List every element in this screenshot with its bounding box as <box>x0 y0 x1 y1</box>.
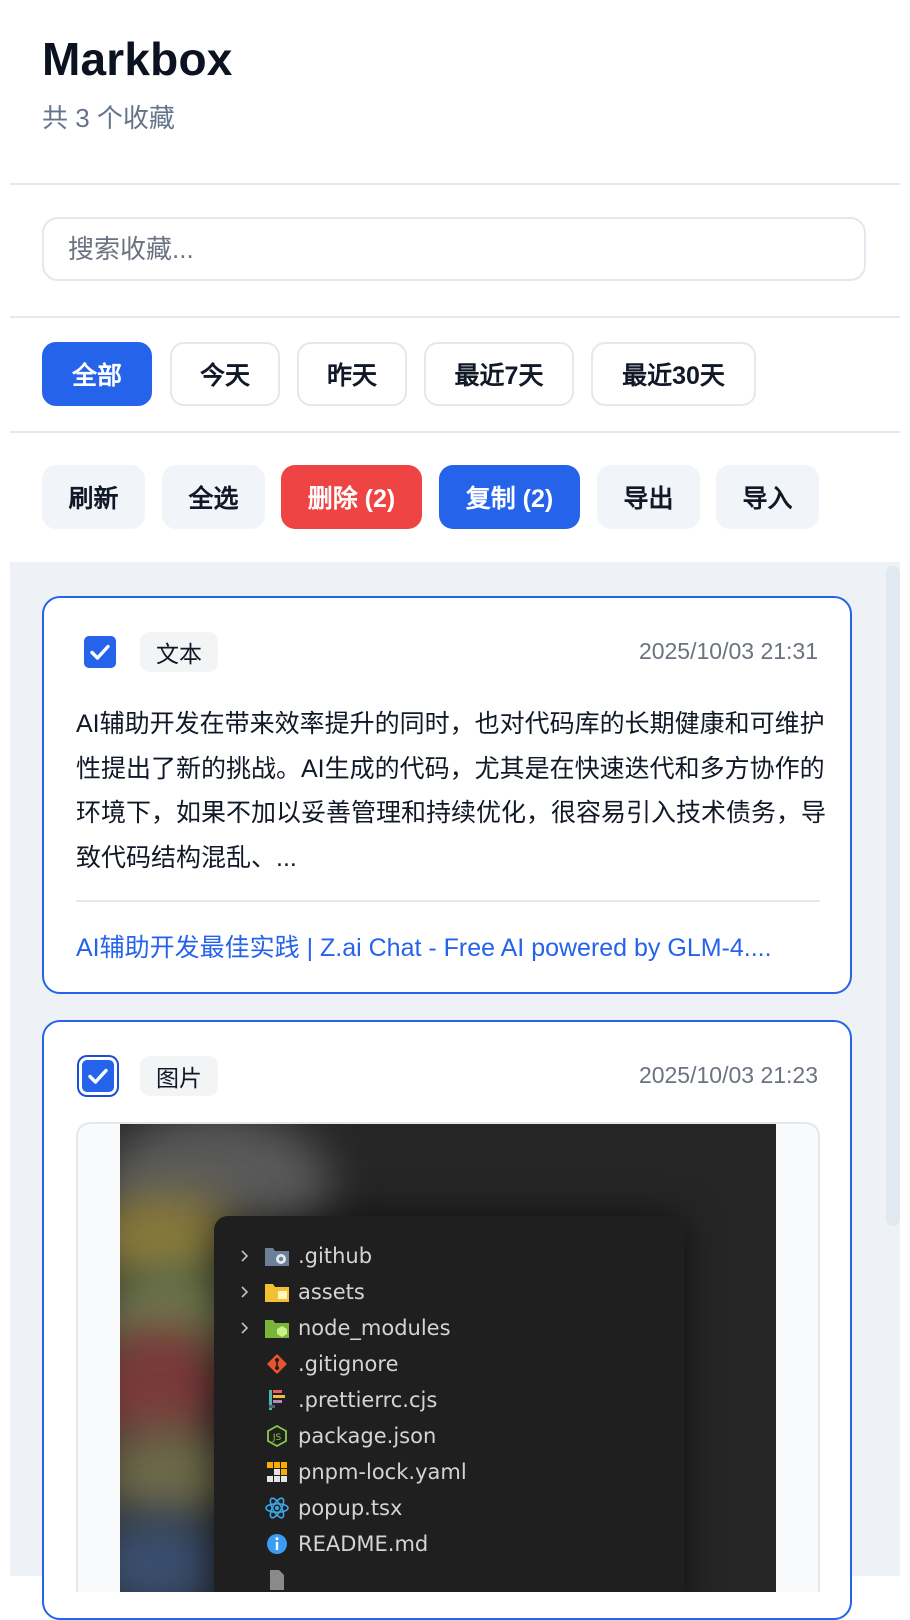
folder-assets-icon <box>264 1279 290 1305</box>
prettier-icon <box>264 1387 290 1413</box>
svg-text:JS: JS <box>272 1433 282 1443</box>
item-source-link[interactable]: AI辅助开发最佳实践 | Z.ai Chat - Free AI powered… <box>76 928 820 964</box>
file-name: popup.tsx <box>298 1496 403 1520</box>
divider <box>10 316 900 318</box>
checkmark-icon <box>90 644 110 660</box>
divider <box>10 431 900 433</box>
react-icon <box>264 1495 290 1521</box>
divider <box>10 183 900 185</box>
git-icon <box>264 1351 290 1377</box>
bookmark-card[interactable]: 文本 2025/10/03 21:31 AI辅助开发在带来效率提升的同时，也对代… <box>42 596 852 994</box>
chevron-right-icon <box>236 1247 254 1265</box>
bookmark-card[interactable]: 图片 2025/10/03 21:23 .github assets node_… <box>42 1020 852 1620</box>
refresh-button[interactable]: 刷新 <box>42 465 145 529</box>
file-name: pnpm-lock.yaml <box>298 1460 467 1484</box>
filter-yesterday-button[interactable]: 昨天 <box>297 342 407 406</box>
export-button[interactable]: 导出 <box>597 465 700 529</box>
scrollbar-thumb[interactable] <box>886 566 900 1226</box>
filter-last7days-button[interactable]: 最近7天 <box>424 342 574 406</box>
nodejs-icon: JS <box>264 1423 290 1449</box>
folder-github-icon <box>264 1243 290 1269</box>
info-icon <box>264 1531 290 1557</box>
bookmark-count: 共 3 个收藏 <box>42 103 175 133</box>
folder-node-icon <box>264 1315 290 1341</box>
pnpm-icon <box>264 1459 290 1485</box>
filter-last30days-button[interactable]: 最近30天 <box>591 342 756 406</box>
file-name: .prettierrc.cjs <box>298 1388 438 1412</box>
image-preview[interactable]: .github assets node_modules .gitignore .… <box>76 1122 820 1592</box>
filter-today-button[interactable]: 今天 <box>170 342 280 406</box>
item-checkbox[interactable] <box>82 1060 114 1092</box>
item-timestamp: 2025/10/03 21:31 <box>638 638 818 664</box>
file-name: .github <box>298 1244 373 1268</box>
file-explorer-panel: .github assets node_modules .gitignore .… <box>214 1216 684 1592</box>
import-button[interactable]: 导入 <box>716 465 819 529</box>
file-name: README.md <box>298 1532 429 1556</box>
item-timestamp: 2025/10/03 21:23 <box>638 1062 818 1088</box>
item-type-badge: 文本 <box>140 632 218 672</box>
item-checkbox[interactable] <box>84 636 116 668</box>
filter-all-button[interactable]: 全部 <box>42 342 152 406</box>
copy-selected-button[interactable]: 复制 (2) <box>439 465 580 529</box>
file-name: package.json <box>298 1424 437 1448</box>
item-text-content: AI辅助开发在带来效率提升的同时，也对代码库的长期健康和可维护性提出了新的挑战。… <box>76 710 827 872</box>
delete-selected-button[interactable]: 删除 (2) <box>281 465 422 529</box>
search-box[interactable] <box>42 217 866 281</box>
app-header: Markbox 共 3 个收藏 <box>0 0 910 184</box>
select-all-button[interactable]: 全选 <box>162 465 265 529</box>
app-title: Markbox <box>42 33 233 85</box>
file-name: .gitignore <box>298 1352 399 1376</box>
card-divider <box>76 900 820 902</box>
file-icon <box>264 1567 290 1592</box>
file-name: node_modules <box>298 1316 451 1340</box>
search-input[interactable] <box>44 219 864 279</box>
file-name: assets <box>298 1280 365 1304</box>
checkmark-icon <box>88 1068 108 1084</box>
item-type-badge: 图片 <box>140 1056 218 1096</box>
chevron-right-icon <box>236 1283 254 1301</box>
chevron-right-icon <box>236 1319 254 1337</box>
screenshot-image: .github assets node_modules .gitignore .… <box>120 1124 776 1592</box>
